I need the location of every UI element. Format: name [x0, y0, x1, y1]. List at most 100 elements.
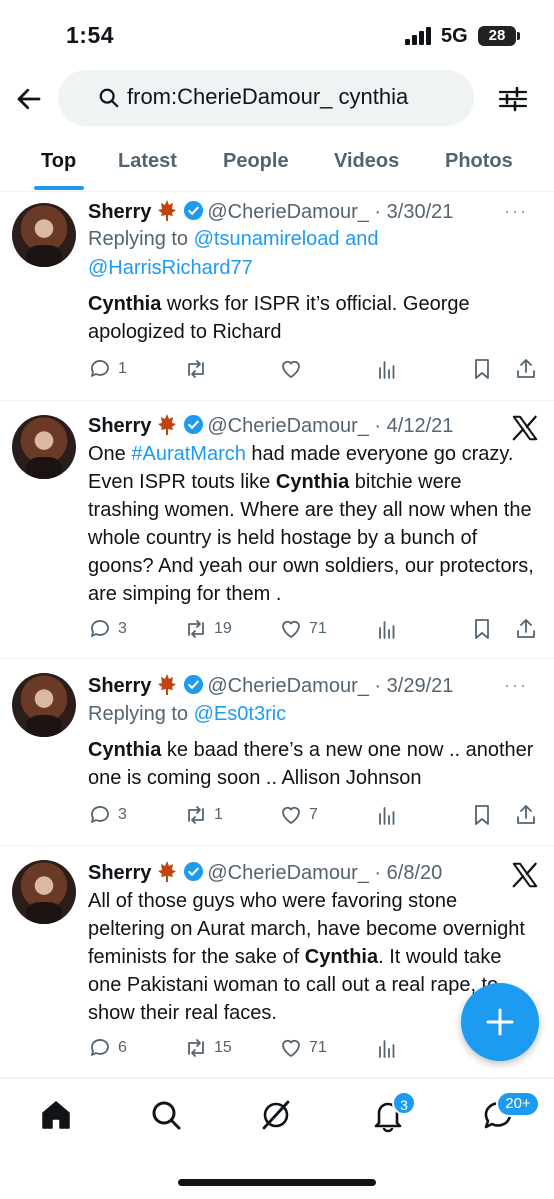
reply-button[interactable]: 6: [88, 1034, 127, 1062]
separator-dot: ·: [368, 862, 387, 884]
author-name[interactable]: Sherry: [88, 862, 151, 884]
reply-button[interactable]: 3: [88, 615, 127, 643]
like-button[interactable]: 7: [279, 801, 318, 829]
search-input[interactable]: from:CherieDamour_ cynthia: [58, 70, 474, 126]
retweet-icon: [188, 806, 204, 824]
tab-top[interactable]: Top: [41, 150, 76, 173]
signal-icon: [405, 27, 433, 45]
author-name[interactable]: Sherry: [88, 415, 151, 437]
like-button[interactable]: 71: [279, 615, 327, 643]
home-icon[interactable]: [38, 1097, 74, 1133]
views-button[interactable]: [375, 801, 399, 829]
tweet-date[interactable]: 3/29/21: [387, 675, 454, 697]
tab-videos[interactable]: Videos: [334, 150, 399, 173]
like-button[interactable]: [279, 355, 309, 383]
tweet-text: One #AuratMarch had made everyone go cra…: [88, 440, 538, 608]
avatar[interactable]: [12, 673, 76, 737]
retweet-button[interactable]: [184, 355, 214, 383]
tweet-header: Sherry @CherieDamour_ · 6/8/20: [88, 860, 442, 885]
tweet[interactable]: Sherry @CherieDamour_ · 3/30/21 ··· Reply…: [0, 193, 554, 401]
share-icon: [517, 359, 535, 378]
author-handle[interactable]: @CherieDamour_: [207, 675, 368, 697]
views-button[interactable]: [375, 355, 399, 383]
search-query: from:CherieDamour_ cynthia: [127, 84, 409, 109]
replying-to: Replying to @tsunamireload and @HarrisRi…: [88, 225, 379, 283]
home-indicator: [178, 1179, 376, 1186]
tweet-actions: 3 1 7: [88, 801, 540, 829]
tweet-date[interactable]: 6/8/20: [387, 862, 443, 884]
highlight-term: Cynthia: [304, 946, 379, 968]
tweet-date[interactable]: 4/12/21: [387, 415, 454, 437]
reply-icon: [91, 360, 109, 377]
bookmark-icon: [475, 805, 489, 825]
tweet-date[interactable]: 3/30/21: [387, 201, 454, 223]
tweet-text: Cynthia ke baad there’s a new one now ..…: [88, 736, 538, 792]
views-button[interactable]: [375, 615, 399, 643]
retweet-button[interactable]: 1: [184, 801, 223, 829]
bookmark-button[interactable]: [470, 801, 494, 829]
heart-icon: [282, 1039, 300, 1057]
author-handle[interactable]: @CherieDamour_: [207, 201, 368, 223]
maple-leaf-icon: [155, 860, 179, 882]
verified-badge-icon: [183, 200, 204, 221]
author-handle[interactable]: @CherieDamour_: [207, 862, 368, 884]
mention-link[interactable]: @Es0t3ric: [194, 703, 287, 725]
author-handle[interactable]: @CherieDamour_: [207, 415, 368, 437]
avatar[interactable]: [12, 203, 76, 267]
author-name[interactable]: Sherry: [88, 675, 151, 697]
plus-icon: [486, 1008, 514, 1036]
tab-people[interactable]: People: [223, 150, 289, 173]
back-arrow-icon[interactable]: [14, 84, 44, 114]
retweet-count: 19: [214, 620, 232, 637]
avatar[interactable]: [12, 860, 76, 924]
tweet-actions: 3 19 71: [88, 615, 540, 643]
highlight-term: Cynthia: [88, 739, 162, 761]
bookmark-button[interactable]: [470, 355, 494, 383]
filter-sliders-icon[interactable]: [498, 84, 528, 114]
more-options-icon[interactable]: ···: [504, 675, 528, 696]
replying-to-prefix: Replying to: [88, 703, 194, 725]
views-chart-icon: [379, 807, 395, 825]
author-name[interactable]: Sherry: [88, 201, 151, 223]
tweet[interactable]: Sherry @CherieDamour_ · 4/12/21 One #Aura…: [0, 401, 554, 659]
tab-photos[interactable]: Photos: [445, 150, 513, 173]
grok-icon[interactable]: [258, 1097, 294, 1133]
reply-count: 6: [118, 1039, 127, 1056]
verified-badge-icon: [183, 861, 204, 882]
messages-count-badge: 20+: [496, 1091, 540, 1117]
retweet-button[interactable]: 19: [184, 615, 232, 643]
share-button[interactable]: [514, 615, 538, 643]
share-icon: [517, 619, 535, 638]
more-options-icon[interactable]: ···: [504, 201, 528, 222]
heart-icon: [282, 620, 300, 638]
like-button[interactable]: 71: [279, 1034, 327, 1062]
heart-icon: [282, 360, 300, 378]
replying-to-and[interactable]: and: [340, 228, 378, 250]
mention-link[interactable]: @HarrisRichard77: [88, 257, 253, 279]
mention-link[interactable]: @tsunamireload: [194, 228, 340, 250]
battery-icon: 28: [478, 26, 520, 46]
search-nav-icon[interactable]: [148, 1097, 184, 1133]
status-bar: 1:54 5G 28: [0, 0, 554, 70]
share-icon: [517, 805, 535, 824]
reply-button[interactable]: 3: [88, 801, 127, 829]
tab-latest[interactable]: Latest: [118, 150, 177, 173]
tweet-text-part: One: [88, 443, 132, 465]
avatar[interactable]: [12, 415, 76, 479]
separator-dot: ·: [368, 201, 387, 223]
views-chart-icon: [379, 361, 395, 379]
retweet-button[interactable]: 15: [184, 1034, 232, 1062]
bookmark-button[interactable]: [470, 615, 494, 643]
reply-button[interactable]: 1: [88, 355, 127, 383]
share-button[interactable]: [514, 355, 538, 383]
share-button[interactable]: [514, 801, 538, 829]
views-chart-icon: [379, 621, 395, 639]
hashtag-link[interactable]: #AuratMarch: [131, 443, 246, 465]
compose-button[interactable]: [461, 983, 539, 1061]
tweet[interactable]: Sherry @CherieDamour_ · 3/29/21 ··· Reply…: [0, 659, 554, 846]
maple-leaf-icon: [155, 199, 179, 221]
retweet-icon: [188, 360, 204, 378]
separator-dot: ·: [368, 415, 387, 437]
views-button[interactable]: [375, 1034, 399, 1062]
network-type: 5G: [441, 25, 468, 47]
